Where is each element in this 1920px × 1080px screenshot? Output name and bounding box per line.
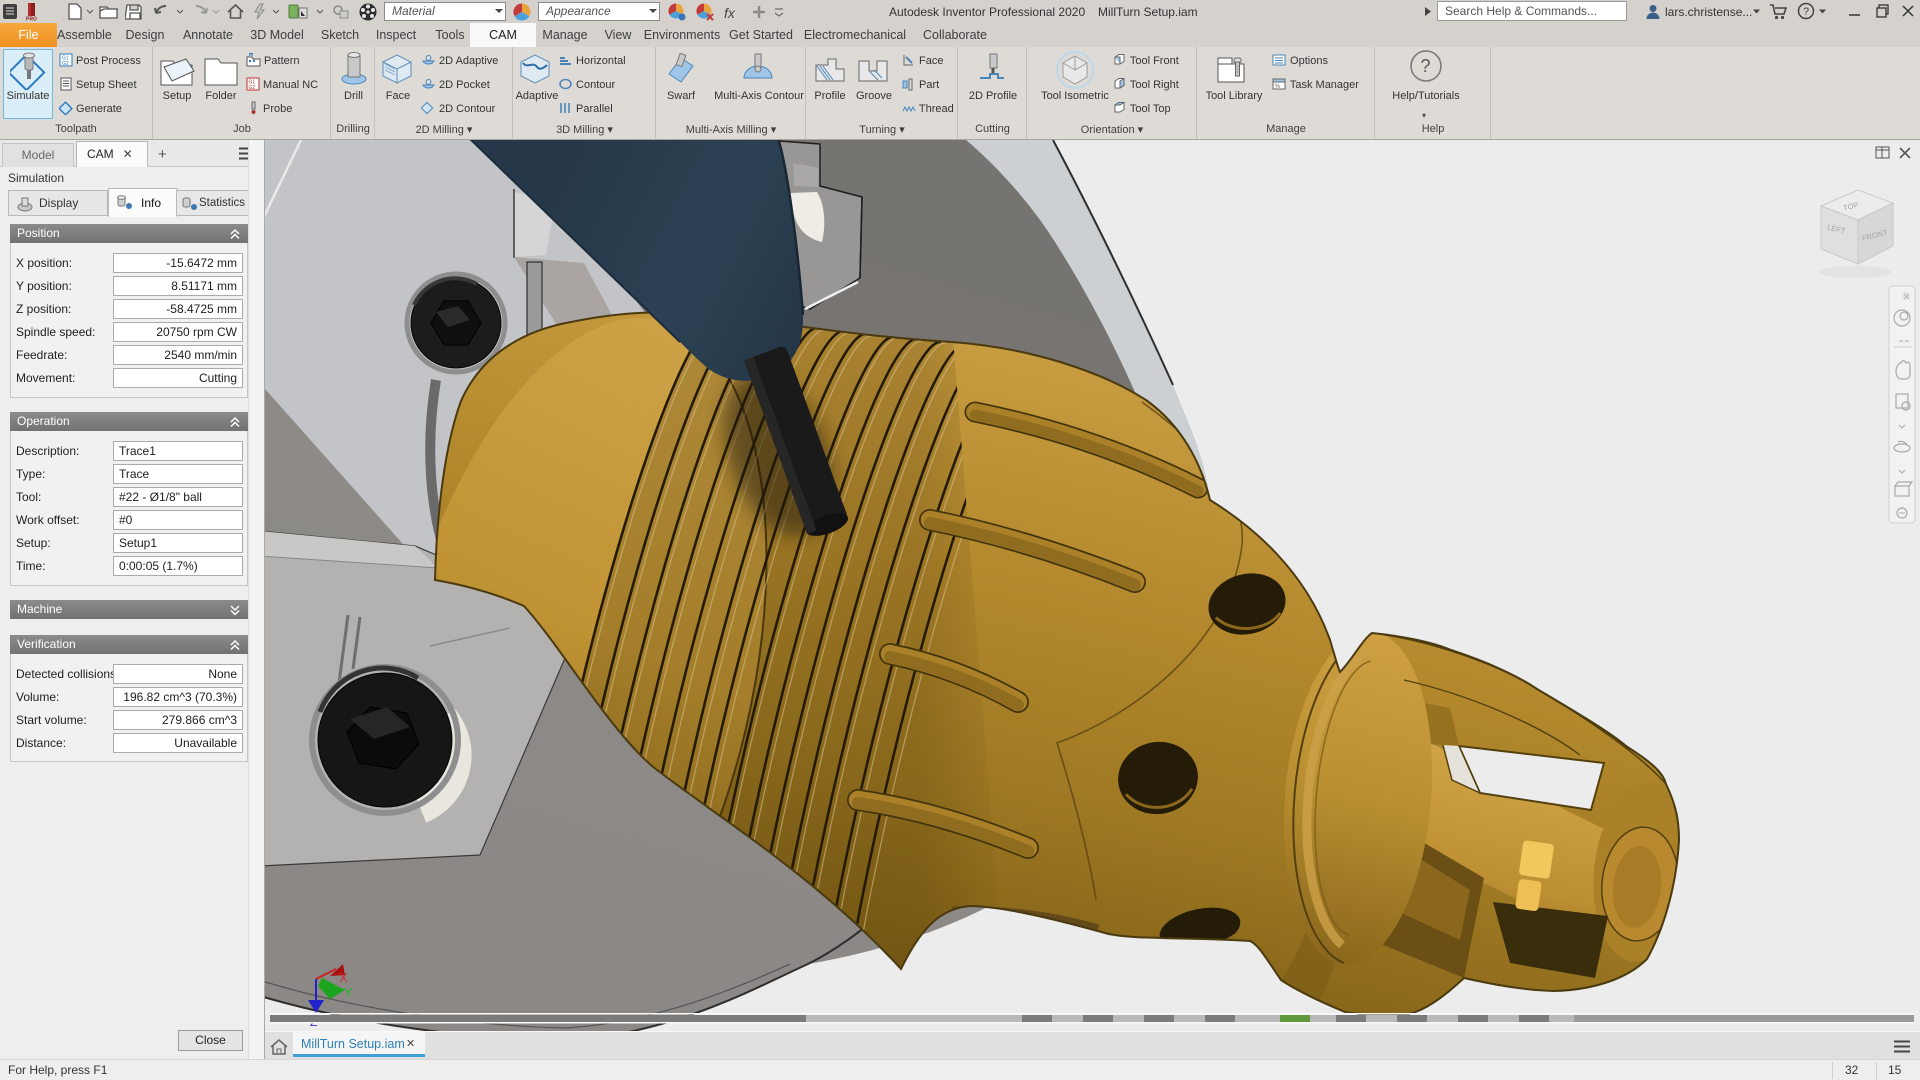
svg-text:?: ? — [1421, 56, 1431, 76]
svg-text:G2: G2 — [62, 61, 69, 67]
svg-text:?: ? — [1803, 6, 1809, 18]
svg-text:PRO: PRO — [26, 17, 37, 22]
svg-text:%: % — [1275, 84, 1281, 90]
svg-text:Y: Y — [344, 985, 353, 1000]
svg-text:G2: G2 — [249, 85, 256, 91]
svg-text:X: X — [339, 970, 348, 985]
